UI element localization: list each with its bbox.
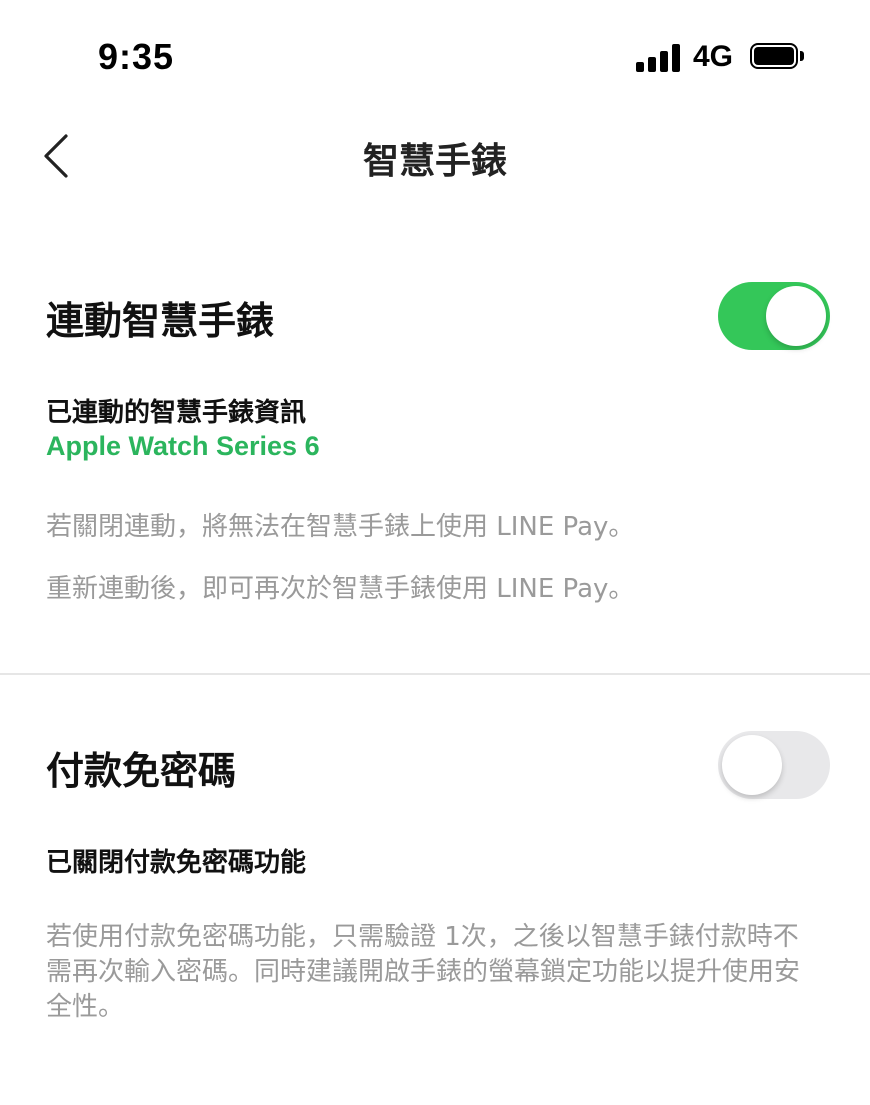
battery-icon bbox=[750, 43, 804, 73]
page-title: 智慧手錶 bbox=[362, 141, 507, 182]
status-bar: 9:35 4G bbox=[0, 0, 870, 110]
status-time: 9:35 bbox=[98, 36, 175, 77]
unlink-warning-text: 若關閉連動，將無法在智慧手錶上使用 LINE Pay。 bbox=[46, 512, 635, 542]
section-divider bbox=[0, 673, 870, 675]
passwordless-status-label: 已關閉付款免密碼功能 bbox=[46, 848, 307, 878]
relink-info-text: 重新連動後，即可再次於智慧手錶使用 LINE Pay。 bbox=[46, 574, 635, 604]
cellular-signal-icon bbox=[636, 44, 682, 72]
passwordless-description: 若使用付款免密碼功能，只需驗證 1次，之後以智慧手錶付款時不需再次輸入密碼。同時… bbox=[46, 922, 801, 1022]
linked-watch-info-label: 已連動的智慧手錶資訊 bbox=[46, 398, 307, 428]
watch-link-toggle[interactable] bbox=[718, 282, 830, 350]
toggle-knob bbox=[722, 735, 782, 795]
watch-link-heading: 連動智慧手錶 bbox=[46, 299, 275, 343]
passwordless-toggle[interactable] bbox=[718, 731, 830, 799]
network-type: 4G bbox=[693, 40, 734, 73]
linked-device-name: Apple Watch Series 6 bbox=[46, 431, 320, 461]
toggle-knob bbox=[766, 286, 826, 346]
passwordless-heading: 付款免密碼 bbox=[46, 749, 237, 793]
